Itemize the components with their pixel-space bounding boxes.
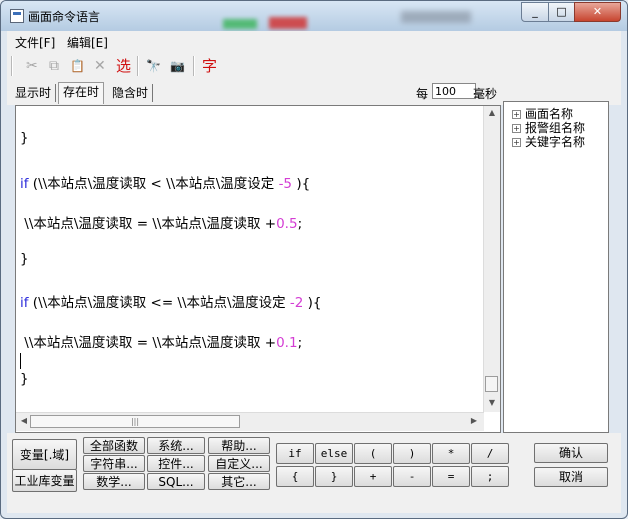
- sql-functions-button[interactable]: SQL...: [147, 473, 205, 490]
- insert-close-brace-button[interactable]: }: [315, 466, 353, 487]
- insert-if-button[interactable]: if: [276, 443, 314, 464]
- code-text: ;: [297, 216, 303, 232]
- interval-input[interactable]: [432, 83, 476, 99]
- scroll-down-icon[interactable]: ▼: [484, 398, 500, 407]
- font-button[interactable]: 字: [202, 58, 217, 74]
- tree-item-label: 关键字名称: [525, 135, 586, 149]
- blurred-background-indicator-green: [223, 19, 257, 29]
- math-functions-button[interactable]: 数学...: [83, 473, 145, 490]
- app-icon: [10, 9, 24, 23]
- code-line: }: [20, 371, 29, 387]
- ok-button[interactable]: 确认: [534, 443, 608, 463]
- code-keyword: if: [20, 176, 29, 192]
- insert-open-brace-button[interactable]: {: [276, 466, 314, 487]
- insert-close-paren-button[interactable]: ): [393, 443, 431, 464]
- cut-icon[interactable]: ✂: [26, 58, 38, 74]
- toolbar-separator: [11, 56, 13, 76]
- paste-icon[interactable]: 📋: [70, 58, 85, 74]
- toolbar-separator: [193, 56, 195, 76]
- code-text: (\\本站点\温度读取 <= \\本站点\温度设定: [28, 295, 290, 311]
- name-tree: + 画面名称 + 报警组名称 + 关键字名称: [503, 101, 609, 433]
- tab-on-hide[interactable]: 隐含时: [108, 84, 154, 102]
- interval-unit-label: 毫秒: [473, 87, 498, 101]
- close-button[interactable]: ✕: [574, 2, 621, 22]
- vertical-scrollbar[interactable]: ▲ ▼: [483, 106, 500, 412]
- window-title: 画面命令语言: [28, 10, 101, 24]
- code-text: ;: [297, 335, 303, 351]
- tree-item-keywords[interactable]: + 关键字名称: [512, 133, 585, 150]
- script-editor[interactable]: } if (\\本站点\温度读取 < \\本站点\温度设定 -5 ){ \\本站…: [15, 105, 501, 433]
- other-functions-button[interactable]: 其它...: [208, 473, 270, 490]
- insert-plus-button[interactable]: +: [354, 466, 392, 487]
- insert-minus-button[interactable]: -: [393, 466, 431, 487]
- code-text: (\\本站点\温度读取 < \\本站点\温度设定: [28, 176, 279, 192]
- delete-icon[interactable]: ✕: [94, 58, 106, 74]
- code-number: 0.1: [276, 335, 298, 351]
- toolbar-separator: [137, 56, 139, 76]
- scroll-right-icon[interactable]: ▶: [466, 416, 482, 425]
- industry-variable-button[interactable]: 工业库变量: [12, 469, 77, 492]
- vertical-scroll-thumb[interactable]: [485, 376, 498, 392]
- copy-icon[interactable]: ⧉: [49, 58, 59, 74]
- code-number: 0.5: [276, 216, 298, 232]
- cancel-button[interactable]: 取消: [534, 467, 608, 487]
- code-line: \\本站点\温度读取 = \\本站点\温度读取 +0.1;: [20, 331, 302, 351]
- insert-semicolon-button[interactable]: ;: [471, 466, 509, 487]
- code-area[interactable]: } if (\\本站点\温度读取 < \\本站点\温度设定 -5 ){ \\本站…: [20, 106, 470, 412]
- custom-functions-button[interactable]: 自定义...: [208, 455, 270, 472]
- all-functions-button[interactable]: 全部函数: [83, 437, 145, 454]
- replace-icon[interactable]: 📷: [170, 58, 185, 74]
- expand-icon[interactable]: +: [512, 124, 521, 133]
- code-text: ){: [292, 176, 311, 192]
- variable-button[interactable]: 变量[.域]: [12, 439, 77, 470]
- tab-on-show[interactable]: 显示时: [11, 84, 57, 102]
- insert-equals-button[interactable]: =: [432, 466, 470, 487]
- code-number: -5: [278, 176, 293, 192]
- insert-multiply-button[interactable]: *: [432, 443, 470, 464]
- select-button[interactable]: 选: [116, 58, 131, 74]
- command-language-window: 画面命令语言 _ □ ✕ 文件[F] 编辑[E] ✂ ⧉ 📋 ✕ 选 🔭 📷 字…: [0, 0, 628, 519]
- code-number: -2: [289, 295, 304, 311]
- code-text: \\本站点\温度读取 = \\本站点\温度读取 +: [20, 216, 277, 232]
- code-line: }: [20, 130, 29, 146]
- system-functions-button[interactable]: 系统...: [147, 437, 205, 454]
- insert-else-button[interactable]: else: [315, 443, 353, 464]
- scroll-up-icon[interactable]: ▲: [484, 108, 500, 117]
- menu-file[interactable]: 文件[F]: [15, 34, 55, 51]
- code-text: \\本站点\温度读取 = \\本站点\温度读取 +: [20, 335, 277, 351]
- horizontal-scroll-thumb[interactable]: |||: [30, 415, 240, 428]
- blurred-background-text: [401, 11, 471, 23]
- title-bar[interactable]: 画面命令语言 _ □ ✕: [1, 1, 627, 31]
- code-text: ){: [303, 295, 322, 311]
- menu-edit[interactable]: 编辑[E]: [67, 34, 108, 51]
- expand-icon[interactable]: +: [512, 110, 521, 119]
- menu-bar: 文件[F] 编辑[E]: [7, 31, 621, 51]
- expand-icon[interactable]: +: [512, 138, 521, 147]
- code-line: \\本站点\温度读取 = \\本站点\温度读取 +0.5;: [20, 212, 302, 232]
- insert-open-paren-button[interactable]: (: [354, 443, 392, 464]
- string-functions-button[interactable]: 字符串...: [83, 455, 145, 472]
- text-caret: [20, 353, 21, 369]
- minimize-button[interactable]: _: [521, 2, 549, 22]
- horizontal-scrollbar[interactable]: ◀ ||| ▶: [16, 412, 484, 431]
- blurred-background-indicator-red: [269, 17, 307, 29]
- interval-prefix-label: 每: [416, 87, 429, 101]
- code-line: if (\\本站点\温度读取 < \\本站点\温度设定 -5 ){: [20, 172, 310, 192]
- toolbar: ✂ ⧉ 📋 ✕ 选 🔭 📷 字: [7, 51, 621, 82]
- code-line: }: [20, 251, 29, 267]
- tab-while-showing[interactable]: 存在时: [58, 82, 105, 104]
- control-functions-button[interactable]: 控件...: [147, 455, 205, 472]
- maximize-button[interactable]: □: [548, 2, 575, 22]
- code-keyword: if: [20, 295, 29, 311]
- function-panel: 变量[.域] 工业库变量 全部函数 字符串... 数学... 系统... 控件.…: [7, 433, 621, 513]
- find-icon[interactable]: 🔭: [146, 58, 161, 74]
- help-button[interactable]: 帮助...: [208, 437, 270, 454]
- code-line: if (\\本站点\温度读取 <= \\本站点\温度设定 -2 ){: [20, 291, 322, 311]
- insert-divide-button[interactable]: /: [471, 443, 509, 464]
